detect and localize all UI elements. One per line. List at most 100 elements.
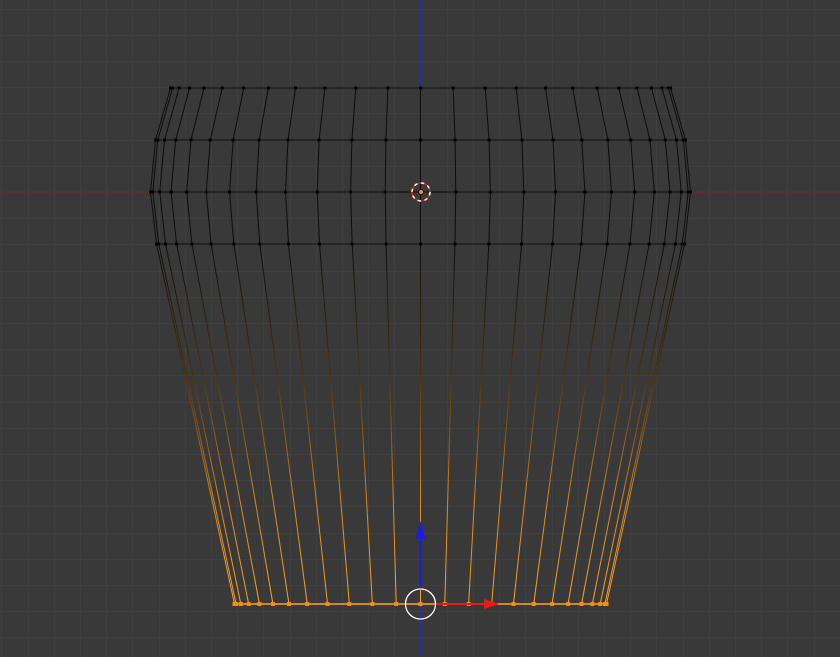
- vertex[interactable]: [231, 138, 235, 142]
- vertex[interactable]: [175, 242, 179, 246]
- selected-vertex[interactable]: [418, 602, 423, 606]
- selected-vertex[interactable]: [394, 602, 399, 606]
- vertex[interactable]: [174, 138, 178, 142]
- vertex[interactable]: [554, 190, 557, 194]
- vertex[interactable]: [451, 86, 455, 90]
- vertex[interactable]: [189, 138, 193, 142]
- vertex[interactable]: [386, 86, 390, 90]
- vertex[interactable]: [202, 86, 206, 90]
- vertex[interactable]: [629, 138, 633, 142]
- vertex[interactable]: [662, 242, 666, 246]
- vertex[interactable]: [668, 190, 672, 194]
- vertex[interactable]: [663, 138, 667, 142]
- vertex[interactable]: [580, 138, 584, 142]
- selected-vertex[interactable]: [590, 602, 595, 606]
- selected-vertex[interactable]: [286, 602, 291, 606]
- selected-vertex[interactable]: [234, 602, 239, 606]
- vertex[interactable]: [648, 138, 652, 142]
- selected-vertex[interactable]: [550, 602, 555, 606]
- vertex[interactable]: [317, 242, 321, 246]
- vertex[interactable]: [488, 190, 492, 194]
- vertex[interactable]: [158, 190, 162, 194]
- vertex[interactable]: [190, 242, 194, 246]
- vertex[interactable]: [419, 138, 422, 142]
- vertex[interactable]: [208, 138, 212, 142]
- vertex[interactable]: [520, 138, 524, 142]
- vertex[interactable]: [674, 138, 678, 142]
- selected-vertex[interactable]: [511, 602, 516, 606]
- selected-vertex[interactable]: [347, 602, 352, 606]
- vertex[interactable]: [679, 190, 683, 194]
- vertex[interactable]: [350, 242, 354, 246]
- vertex[interactable]: [649, 86, 653, 90]
- vertex[interactable]: [595, 86, 599, 90]
- selected-vertex[interactable]: [579, 602, 584, 606]
- vertex[interactable]: [254, 190, 258, 194]
- vertex[interactable]: [583, 190, 587, 194]
- vertex[interactable]: [419, 86, 422, 90]
- selected-vertex[interactable]: [325, 602, 330, 606]
- 3d-viewport[interactable]: [0, 0, 840, 657]
- vertex[interactable]: [551, 138, 555, 142]
- vertex[interactable]: [579, 242, 583, 246]
- vertex[interactable]: [419, 242, 422, 246]
- vertex[interactable]: [286, 138, 290, 142]
- vertex[interactable]: [169, 190, 173, 194]
- vertex[interactable]: [669, 86, 672, 90]
- vertex[interactable]: [151, 190, 155, 194]
- vertex[interactable]: [188, 86, 192, 90]
- vertex[interactable]: [454, 190, 458, 194]
- vertex[interactable]: [266, 86, 270, 90]
- vertex[interactable]: [171, 86, 175, 90]
- vertex[interactable]: [453, 138, 457, 142]
- vertex[interactable]: [628, 242, 632, 246]
- vertex[interactable]: [384, 242, 388, 246]
- vertex[interactable]: [605, 242, 609, 246]
- vertex[interactable]: [242, 86, 246, 90]
- selected-vertex[interactable]: [305, 602, 310, 606]
- selected-vertex[interactable]: [238, 602, 243, 606]
- vertex[interactable]: [571, 86, 575, 90]
- vertex[interactable]: [177, 86, 181, 90]
- vertex[interactable]: [284, 190, 287, 194]
- vertex[interactable]: [514, 86, 518, 90]
- vertex[interactable]: [520, 242, 524, 246]
- selected-vertex[interactable]: [566, 602, 571, 606]
- vertex[interactable]: [315, 190, 319, 194]
- vertex[interactable]: [258, 242, 262, 246]
- vertex[interactable]: [487, 242, 491, 246]
- vertex[interactable]: [652, 190, 656, 194]
- vertex[interactable]: [684, 138, 687, 142]
- vertex[interactable]: [617, 86, 621, 90]
- vertex[interactable]: [163, 242, 167, 246]
- vertex[interactable]: [606, 138, 610, 142]
- vertex[interactable]: [257, 138, 261, 142]
- vertex[interactable]: [487, 138, 491, 142]
- vertex[interactable]: [674, 242, 678, 246]
- vertex[interactable]: [453, 242, 457, 246]
- selected-vertex[interactable]: [604, 602, 609, 606]
- vertex[interactable]: [317, 138, 321, 142]
- vertex[interactable]: [483, 86, 487, 90]
- vertex[interactable]: [232, 242, 236, 246]
- selected-vertex[interactable]: [531, 602, 536, 606]
- vertex[interactable]: [522, 190, 526, 194]
- vertex[interactable]: [163, 138, 167, 142]
- vertex[interactable]: [228, 190, 232, 194]
- selected-vertex[interactable]: [270, 602, 275, 606]
- vertex[interactable]: [544, 86, 547, 90]
- vertex[interactable]: [185, 190, 189, 194]
- vertex[interactable]: [349, 190, 353, 194]
- vertex[interactable]: [156, 138, 160, 142]
- vertex[interactable]: [350, 138, 354, 142]
- vertex[interactable]: [294, 86, 297, 90]
- vertex[interactable]: [660, 86, 664, 90]
- vertex[interactable]: [209, 242, 213, 246]
- vertex[interactable]: [323, 86, 327, 90]
- viewport-canvas[interactable]: [0, 0, 840, 657]
- vertex[interactable]: [551, 242, 554, 246]
- vertex[interactable]: [220, 86, 224, 90]
- vertex[interactable]: [287, 242, 290, 246]
- vertex[interactable]: [633, 190, 637, 194]
- selected-vertex[interactable]: [370, 602, 375, 606]
